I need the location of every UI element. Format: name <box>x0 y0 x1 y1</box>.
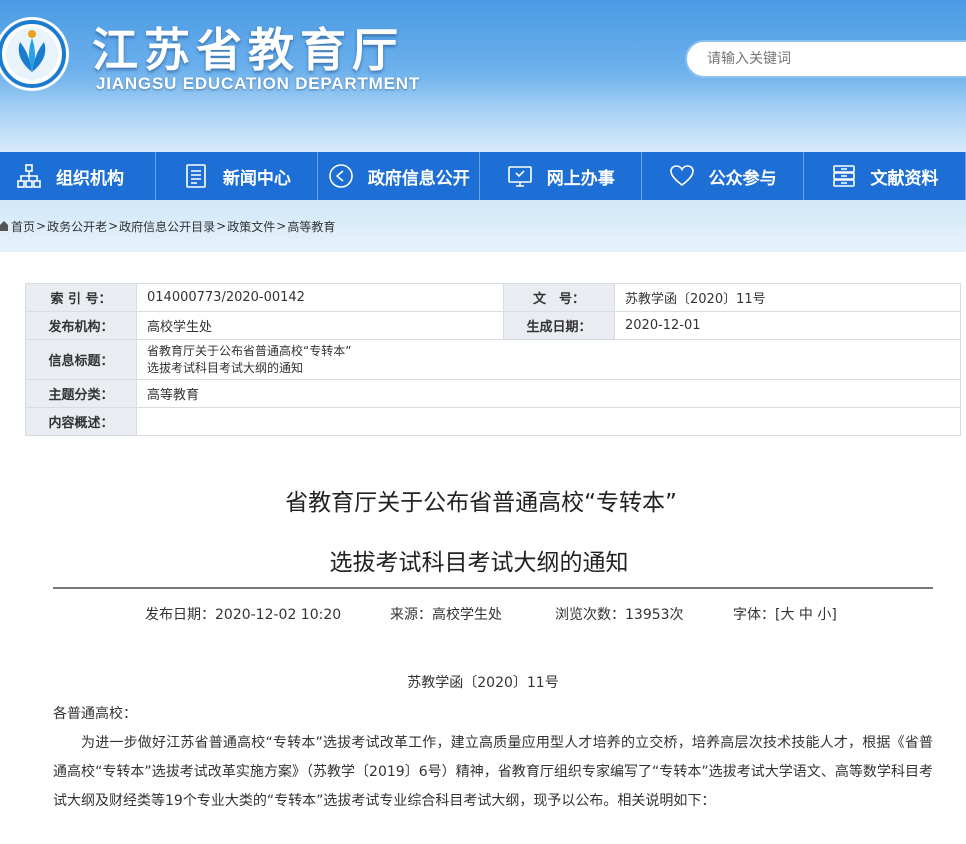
breadcrumb-policy-docs[interactable]: 政策文件 <box>227 218 275 235</box>
doc-number-value: 苏教学函〔2020〕11号 <box>614 283 961 312</box>
view-count: 浏览次数：13953次 <box>555 607 684 623</box>
site-logo-english: JIANGSU EDUCATION DEPARTMENT <box>96 74 421 93</box>
nav-item-label: 政府信息公开 <box>367 168 470 189</box>
nav-item-gov-info[interactable]: 政府信息公开 <box>318 152 481 200</box>
breadcrumb-separator: > <box>276 219 287 233</box>
created-date-value: 2020-12-01 <box>614 311 961 340</box>
table-row: 索 引 号： 014000773/2020-00142 文 号： 苏教学函〔20… <box>25 283 961 312</box>
breadcrumb-gov-affairs[interactable]: 政务公开老 <box>47 218 107 235</box>
table-row: 内容概述： <box>25 407 961 436</box>
index-number-label: 索 引 号： <box>25 283 137 312</box>
article-body: 各普通高校： 为进一步做好江苏省普通高校“专转本”选拔考试改革工作，建立高质量应… <box>53 700 933 816</box>
font-size-switcher[interactable]: 字体：[大 中 小] <box>733 604 837 624</box>
nav-item-label: 新闻中心 <box>222 168 291 189</box>
site-logo-chinese[interactable]: 江苏省教育厅 <box>92 14 404 80</box>
info-title-label: 信息标题： <box>25 339 137 380</box>
site-header: 江苏省教育厅 JIANGSU EDUCATION DEPARTMENT <box>0 0 966 152</box>
play-circle-icon <box>328 163 354 189</box>
created-date-label: 生成日期： <box>503 311 615 340</box>
heart-icon <box>669 163 695 189</box>
breadcrumb: 首页 > 政务公开老 > 政府信息公开目录 > 政策文件 > 高等教育 <box>0 200 966 252</box>
category-value: 高等教育 <box>136 379 961 408</box>
document-info-table: 索 引 号： 014000773/2020-00142 文 号： 苏教学函〔20… <box>25 283 961 436</box>
breadcrumb-home[interactable]: 首页 <box>11 218 35 235</box>
article-title-line1: 省教育厅关于公布省普通高校“专转本” <box>285 490 677 516</box>
article-doc-number: 苏教学函〔2020〕11号 <box>407 675 559 691</box>
breadcrumb-separator: > <box>108 219 119 233</box>
publisher-value: 高校学生处 <box>136 311 504 340</box>
breadcrumb-higher-education[interactable]: 高等教育 <box>287 218 335 235</box>
main-nav: 组织机构 新闻中心 政府信息公开 网上办事 公众参与 文献资料 <box>0 152 966 200</box>
nav-item-label: 网上办事 <box>546 168 615 189</box>
nav-item-label: 组织机构 <box>56 168 124 189</box>
search-box <box>685 40 966 78</box>
article-source: 来源：高校学生处 <box>390 607 502 623</box>
document-icon <box>183 163 209 189</box>
breadcrumb-separator: > <box>216 219 227 233</box>
table-row: 发布机构： 高校学生处 生成日期： 2020-12-01 <box>25 311 961 340</box>
breadcrumb-info-catalog[interactable]: 政府信息公开目录 <box>119 218 215 235</box>
info-title-value: 省教育厅关于公布省普通高校“专转本” 选拔考试科目考试大纲的通知 <box>136 339 961 380</box>
article-title-line2: 选拔考试科目考试大纲的通知 <box>329 550 629 576</box>
nav-item-label: 公众参与 <box>708 168 777 189</box>
category-label: 主题分类： <box>25 379 137 408</box>
nav-item-public-participation[interactable]: 公众参与 <box>642 152 805 200</box>
publisher-label: 发布机构： <box>25 311 137 340</box>
jiangsu-education-emblem-icon[interactable] <box>0 14 72 94</box>
nav-item-org[interactable]: 组织机构 <box>0 152 157 200</box>
archive-icon <box>831 163 857 189</box>
search-input[interactable] <box>705 50 959 68</box>
table-row: 信息标题： 省教育厅关于公布省普通高校“专转本” 选拔考试科目考试大纲的通知 <box>25 339 961 380</box>
home-icon <box>0 221 8 231</box>
table-row: 主题分类： 高等教育 <box>25 379 961 408</box>
breadcrumb-separator: > <box>36 219 47 233</box>
info-title-line: 选拔考试科目考试大纲的通知 <box>147 360 304 375</box>
doc-number-label: 文 号： <box>503 283 615 312</box>
nav-item-online-services[interactable]: 网上办事 <box>480 152 643 200</box>
org-chart-icon <box>16 163 42 189</box>
summary-label: 内容概述： <box>25 407 137 436</box>
title-divider <box>53 587 933 589</box>
nav-item-news[interactable]: 新闻中心 <box>156 152 319 200</box>
index-number-value: 014000773/2020-00142 <box>136 283 504 312</box>
nav-item-documents[interactable]: 文献资料 <box>804 152 966 200</box>
info-title-line: 省教育厅关于公布省普通高校“专转本” <box>147 343 352 358</box>
publish-date: 发布日期：2020-12-02 10:20 <box>145 607 342 623</box>
salutation: 各普通高校： <box>53 706 137 722</box>
monitor-icon <box>507 163 533 189</box>
nav-item-label: 文献资料 <box>870 168 939 189</box>
summary-value <box>136 407 961 436</box>
body-paragraph: 为进一步做好江苏省普通高校“专转本”选拔考试改革工作，建立高质量应用型人才培养的… <box>53 735 933 809</box>
